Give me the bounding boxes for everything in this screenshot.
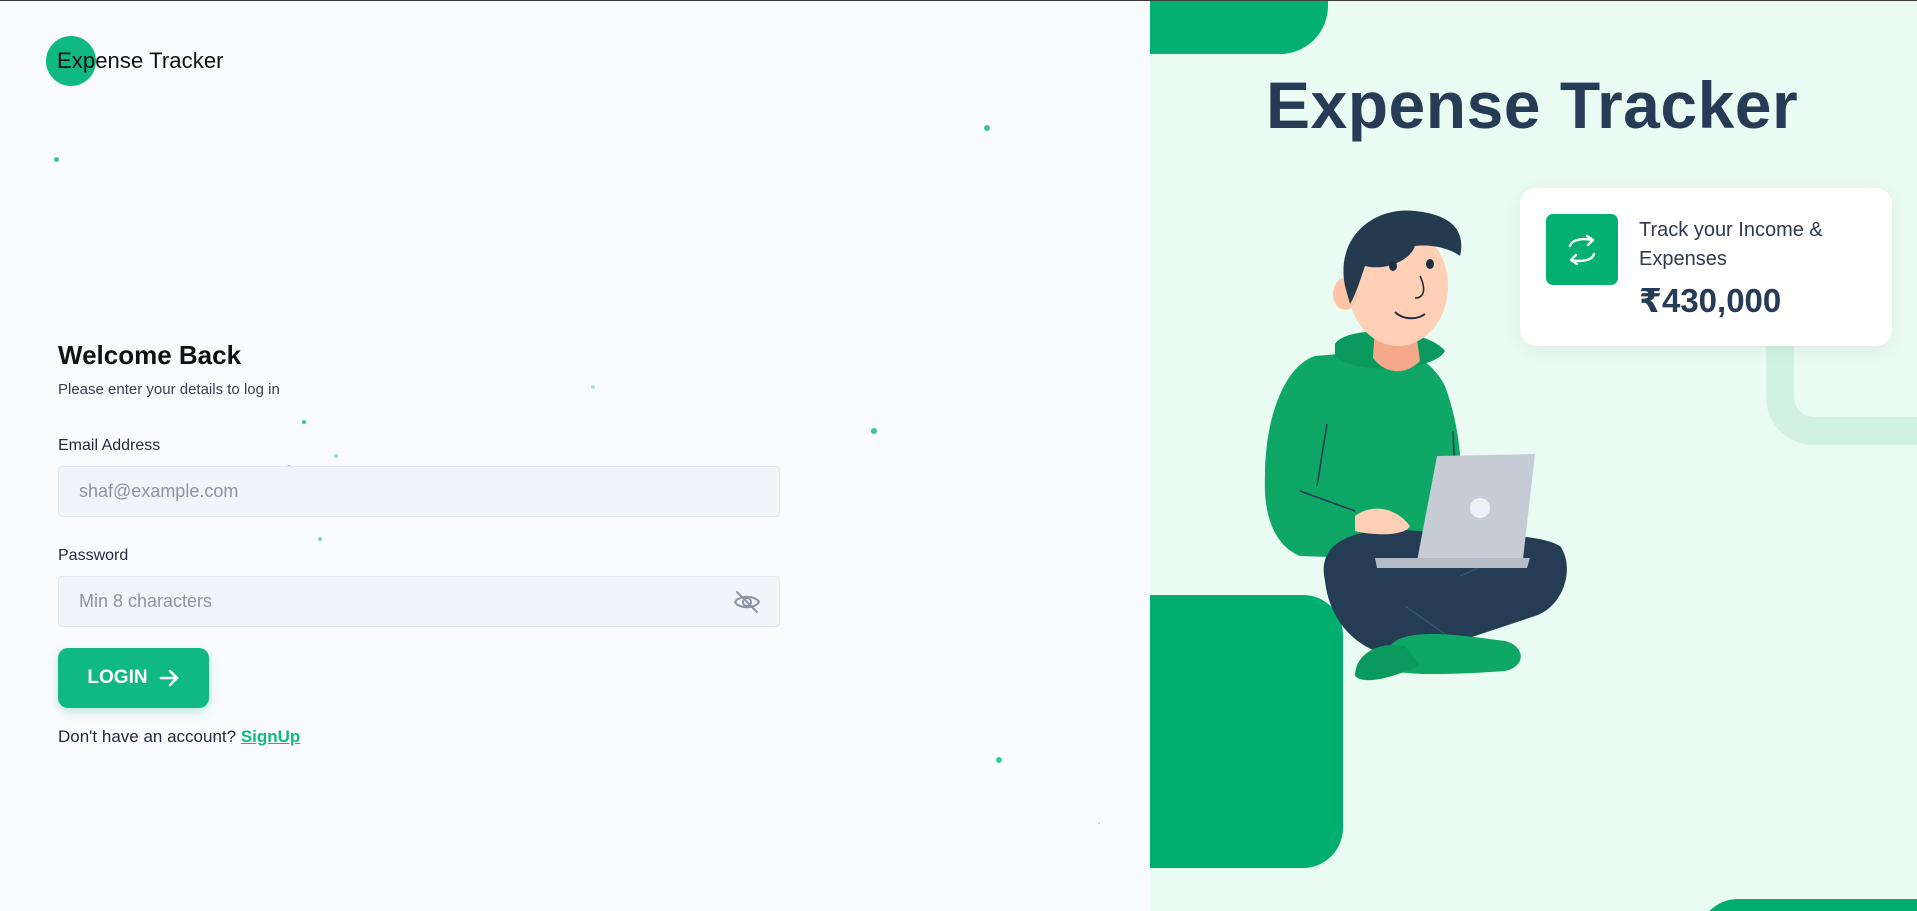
email-input[interactable] <box>59 467 779 516</box>
login-panel: Expense Tracker Welcome Back Please ente… <box>0 1 1150 911</box>
decorative-particle <box>871 428 877 434</box>
login-button[interactable]: LOGIN <box>58 648 209 708</box>
password-field-container <box>58 576 780 627</box>
arrow-right-icon <box>159 669 178 687</box>
decorative-outline-shape <box>1766 341 1917 445</box>
signup-link[interactable]: SignUp <box>241 727 301 746</box>
signup-prompt-text: Don't have an account? <box>58 727 237 746</box>
swap-arrows-icon-box <box>1546 214 1618 285</box>
hero-panel: Expense Tracker Track your Income & Expe… <box>1150 1 1917 911</box>
hero-title: Expense Tracker <box>1266 68 1799 142</box>
swap-arrows-icon <box>1568 234 1596 265</box>
email-field-container <box>58 466 780 517</box>
decorative-block-bottom-right <box>1698 899 1917 911</box>
email-label: Email Address <box>58 437 161 454</box>
signup-prompt-row: Don't have an account? SignUp <box>58 727 780 747</box>
income-expense-stat-card: Track your Income & Expenses ₹430,000 <box>1520 188 1892 346</box>
welcome-heading: Welcome Back <box>58 340 242 370</box>
login-button-label: LOGIN <box>87 667 148 688</box>
password-input[interactable] <box>59 577 779 626</box>
brand-name: Expense Tracker <box>57 48 224 73</box>
decorative-particle <box>1098 822 1100 824</box>
password-label: Password <box>58 547 129 564</box>
decorative-particle <box>54 157 59 162</box>
stat-value: ₹430,000 <box>1639 282 1782 319</box>
decorative-block-top <box>1150 1 1328 54</box>
login-subtitle: Please enter your details to log in <box>58 381 280 398</box>
decorative-particle <box>996 757 1002 763</box>
eye-off-icon[interactable] <box>733 589 761 615</box>
brand-logo: Expense Tracker <box>46 36 223 86</box>
decorative-particle <box>984 125 990 131</box>
stat-label: Track your Income & Expenses <box>1639 219 1823 270</box>
login-form: Welcome Back Please enter your details t… <box>58 340 780 747</box>
